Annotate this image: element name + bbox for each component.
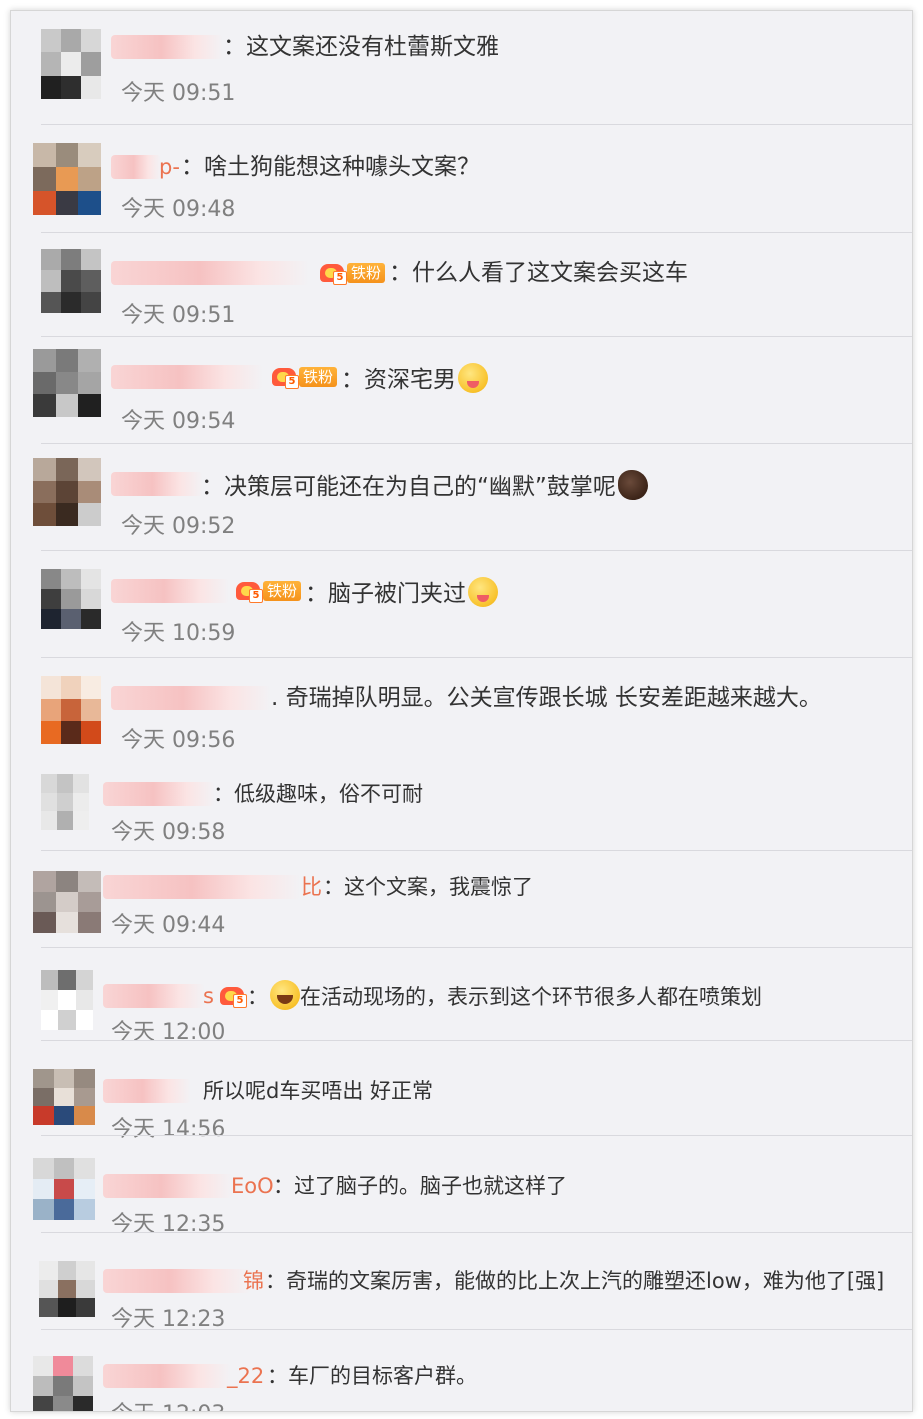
laughing-tears-icon [270, 980, 300, 1010]
list-item: ：这文案还没有杜蕾斯文雅 今天 09:51 [11, 11, 912, 124]
comment-text: ： 在活动现场的，表示到这个环节很多人都在喷策划 [247, 980, 762, 1011]
comment-time: 今天 09:51 [121, 81, 236, 106]
comment-text: ：决策层可能还在为自己的“幽默”鼓掌呢 [201, 470, 648, 501]
avatar[interactable] [39, 1261, 95, 1317]
avatar[interactable] [33, 1356, 93, 1411]
username-link[interactable] [103, 1174, 233, 1198]
comment-time: 今天 09:48 [121, 197, 236, 222]
avatar[interactable] [41, 970, 93, 1030]
comment-text: ：这文案还没有杜蕾斯文雅 [223, 34, 499, 60]
comment-text: ：过了脑子的。脑子也就这样了 [273, 1174, 567, 1198]
avatar[interactable] [41, 774, 89, 830]
comment-time: 今天 09:44 [111, 913, 226, 938]
list-item: 比 ：这个文案，我震惊了 今天 09:44 [11, 851, 912, 943]
username-link[interactable] [103, 782, 215, 806]
comment-text-body: ：决策层可能还在为自己的“幽默”鼓掌呢 [201, 474, 616, 500]
crown-icon: 5 [319, 262, 347, 285]
username-suffix[interactable]: s [203, 984, 214, 1008]
username-link[interactable] [111, 35, 223, 59]
fan-badge[interactable]: 5 [219, 984, 247, 1008]
comment-time: 今天 09:56 [121, 728, 236, 753]
fan-badge[interactable]: 5 铁粉 [271, 365, 338, 389]
comment-time: 今天 12:03 [111, 1402, 225, 1411]
fan-badge[interactable]: 5 铁粉 [235, 579, 302, 603]
username-suffix[interactable]: p- [159, 155, 180, 179]
comment-text: ：这个文案，我震惊了 [323, 875, 533, 899]
comment-text-separator: ： [247, 985, 268, 1009]
avatar[interactable] [41, 676, 101, 744]
list-item: . 奇瑞掉队明显。公关宣传跟长城 长安差距越来越大。 今天 09:56 [11, 658, 912, 764]
comment-time: 今天 09:58 [111, 820, 226, 845]
list-item: _22 ：车厂的目标客户群。 今天 12:03 [11, 1330, 912, 1411]
comment-time: 今天 10:59 [121, 621, 236, 646]
avatar[interactable] [41, 29, 101, 99]
list-item: p- ：啥土狗能想这种噱头文案？ 今天 09:48 [11, 125, 912, 232]
avatar[interactable] [33, 458, 101, 526]
comment-time: 今天 09:51 [121, 303, 236, 328]
crown-icon: 5 [235, 580, 263, 603]
comment-text-body: 在活动现场的，表示到这个环节很多人都在喷策划 [300, 985, 762, 1009]
comment-text: ：车厂的目标客户群。 [267, 1364, 477, 1388]
fan-badge-label: 铁粉 [299, 367, 338, 387]
username-link[interactable] [111, 155, 161, 179]
list-item: ：低级趣味，俗不可耐 今天 09:58 [11, 764, 912, 848]
username-link[interactable] [111, 579, 229, 603]
list-item: 5 铁粉 ：脑子被门夹过 今天 10:59 [11, 551, 912, 657]
clap-hands-icon [617, 470, 648, 500]
comment-time: 今天 09:52 [121, 514, 236, 539]
avatar[interactable] [33, 1158, 95, 1220]
comment-text: ：资深宅男 [341, 363, 488, 394]
yum-face-icon [468, 577, 498, 607]
list-item: 5 铁粉 ：什么人看了这文案会买这车 今天 09:51 [11, 233, 912, 336]
list-item: s 5 ：在活动现场的，表示到这个环节很多人都在喷策划 今天 12:00 [11, 948, 912, 1045]
comment-text-body: ：资深宅男 [341, 367, 456, 393]
avatar[interactable] [33, 871, 101, 933]
avatar[interactable] [33, 1069, 95, 1125]
username-link[interactable] [103, 875, 301, 899]
username-link[interactable] [111, 686, 271, 710]
crown-icon: 5 [219, 985, 247, 1008]
username-suffix[interactable]: _22 [227, 1364, 264, 1388]
avatar[interactable] [33, 349, 101, 417]
username-link[interactable] [111, 472, 203, 496]
avatar[interactable] [41, 569, 101, 629]
username-link[interactable] [103, 1079, 191, 1103]
comment-text: . 奇瑞掉队明显。公关宣传跟长城 长安差距越来越大。 [271, 685, 822, 711]
list-item: 5 铁粉 ：资深宅男 今天 09:54 [11, 337, 912, 443]
comment-text: ：脑子被门夹过 [305, 577, 498, 608]
comment-text: ：什么人看了这文案会买这车 [389, 260, 688, 286]
list-item: EoO ：过了脑子的。脑子也就这样了 今天 12:35 [11, 1136, 912, 1237]
username-link[interactable] [111, 261, 309, 285]
fan-badge[interactable]: 5 铁粉 [319, 261, 386, 285]
username-suffix[interactable]: EoO [231, 1174, 274, 1198]
avatar[interactable] [33, 143, 101, 215]
username-link[interactable] [103, 984, 205, 1008]
list-item: ：决策层可能还在为自己的“幽默”鼓掌呢 今天 09:52 [11, 444, 912, 550]
username-suffix[interactable]: 比 [301, 875, 322, 899]
yum-face-icon [458, 363, 488, 393]
username-link[interactable] [111, 365, 263, 389]
list-item: 所以呢d车买唔出 好正常 今天 14:56 [11, 1041, 912, 1142]
list-item: 锦 ：奇瑞的文案厉害，能做的比上次上汽的雕塑还low，难为他了[强] 今天 12… [11, 1233, 912, 1332]
username-link[interactable] [103, 1269, 251, 1293]
comment-text: 所以呢d车买唔出 好正常 [203, 1079, 434, 1103]
username-link[interactable] [103, 1364, 231, 1388]
comment-text: ：低级趣味，俗不可耐 [213, 782, 423, 806]
comment-text: ：奇瑞的文案厉害，能做的比上次上汽的雕塑还low，难为他了[强] [265, 1269, 885, 1293]
fan-badge-label: 铁粉 [263, 581, 302, 601]
comment-text-body: ：脑子被门夹过 [305, 581, 466, 607]
fan-badge-label: 铁粉 [347, 263, 386, 283]
comment-time: 今天 09:54 [121, 409, 236, 434]
comment-text: ：啥土狗能想这种噱头文案？ [181, 154, 480, 180]
crown-icon: 5 [271, 366, 299, 389]
comment-list-panel: ：这文案还没有杜蕾斯文雅 今天 09:51 p- ：啥土狗能想这种噱头文案？ 今… [10, 10, 913, 1412]
avatar[interactable] [41, 249, 101, 313]
username-suffix[interactable]: 锦 [243, 1269, 264, 1293]
